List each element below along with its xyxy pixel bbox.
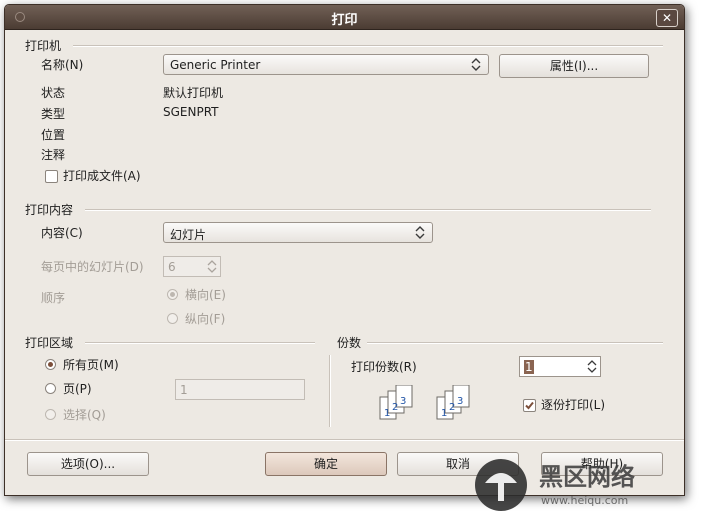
selection-radio <box>45 409 56 420</box>
print-to-file-label[interactable]: 打印成文件(A) <box>63 167 141 184</box>
title-bar: 打印 ✕ <box>5 5 684 30</box>
range-section-label: 打印区域 <box>25 336 74 350</box>
slides-per-page-spinner: 6 <box>163 256 221 277</box>
print-to-file-checkbox[interactable] <box>45 170 58 183</box>
slides-per-page-label: 每页中的幻灯片(D) <box>41 260 144 274</box>
all-pages-label[interactable]: 所有页(M) <box>63 356 119 373</box>
copies-count-value: 1 <box>524 360 534 374</box>
pages-radio[interactable] <box>45 383 56 394</box>
pages-label[interactable]: 页(P) <box>63 380 92 397</box>
type-label: 类型 <box>41 107 66 121</box>
copies-count-spinner[interactable]: 1 <box>519 356 601 377</box>
content-select[interactable]: 幻灯片 <box>163 222 433 243</box>
content-value: 幻灯片 <box>170 228 207 242</box>
divider <box>329 355 331 427</box>
pages-input[interactable]: 1 <box>175 379 305 400</box>
print-dialog: 打印 ✕ 打印机 名称(N) Generic Printer 属性(I)... … <box>4 4 685 496</box>
ok-button[interactable]: 确定 <box>265 452 387 476</box>
collate-label[interactable]: 逐份打印(L) <box>541 396 605 413</box>
copies-count-label: 打印份数(R) <box>351 360 417 374</box>
collate-number: 1 <box>441 408 447 419</box>
selection-label: 选择(Q) <box>63 408 106 422</box>
divider <box>85 209 651 211</box>
all-pages-radio[interactable] <box>45 359 56 370</box>
content-section-label: 打印内容 <box>25 203 74 217</box>
order-vertical-label: 纵向(F) <box>185 312 226 326</box>
location-label: 位置 <box>41 128 66 142</box>
collate-number: 3 <box>457 396 463 407</box>
content-label: 内容(C) <box>41 226 83 240</box>
slides-per-page-value: 6 <box>168 260 176 274</box>
up-down-arrows-icon <box>471 58 481 71</box>
divider <box>85 342 315 344</box>
order-horizontal-radio <box>167 289 178 300</box>
type-value: SGENPRT <box>163 105 219 119</box>
printer-name-value: Generic Printer <box>170 58 261 72</box>
printer-section-label: 打印机 <box>25 39 62 53</box>
collate-number: 3 <box>400 396 406 407</box>
printer-name-select[interactable]: Generic Printer <box>163 54 489 75</box>
options-button[interactable]: 选项(O)... <box>27 452 149 476</box>
collate-number: 2 <box>449 402 455 413</box>
watermark-text: 黑区网络 <box>539 463 635 491</box>
status-label: 状态 <box>41 86 66 100</box>
pages-value: 1 <box>180 383 188 397</box>
divider <box>73 45 663 47</box>
spin-arrows-icon <box>207 260 217 273</box>
collate-number: 1 <box>384 408 390 419</box>
status-value: 默认打印机 <box>163 86 224 100</box>
order-label: 顺序 <box>41 291 66 305</box>
up-down-arrows-icon <box>415 226 425 239</box>
divider <box>5 439 684 441</box>
properties-button[interactable]: 属性(I)... <box>499 54 649 78</box>
collate-icon: 1 2 3 1 2 3 <box>379 385 470 420</box>
close-button[interactable]: ✕ <box>656 9 678 27</box>
watermark-url: www.heiqu.com <box>541 494 628 507</box>
collate-number: 2 <box>392 402 398 413</box>
watermark-logo: 黑区网络 www.heiqu.com <box>475 459 635 511</box>
printer-name-label: 名称(N) <box>41 58 84 72</box>
copies-section-label: 份数 <box>337 336 362 350</box>
checkmark-icon <box>525 401 534 410</box>
divider <box>367 342 663 344</box>
window-title: 打印 <box>331 13 358 28</box>
spin-arrows-icon[interactable] <box>586 358 598 375</box>
comment-label: 注释 <box>41 148 66 162</box>
order-vertical-radio <box>167 313 178 324</box>
collate-checkbox[interactable] <box>523 399 536 412</box>
order-horizontal-label: 横向(E) <box>185 288 226 302</box>
